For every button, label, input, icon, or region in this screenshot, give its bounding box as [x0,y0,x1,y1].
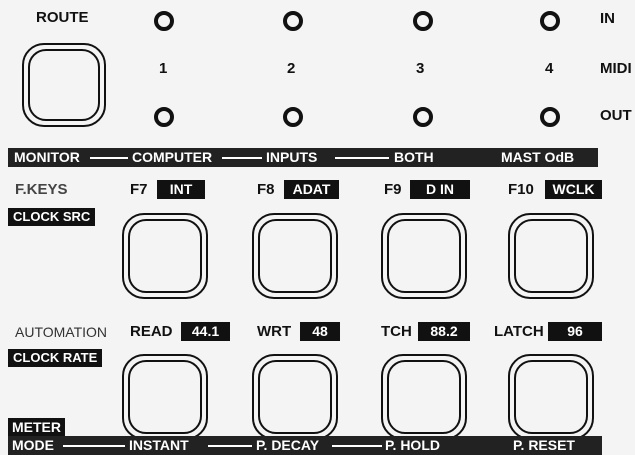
in-led-4 [540,11,560,31]
in-led-2 [283,11,303,31]
tch-button[interactable] [381,354,467,440]
midi-label: MIDI [600,60,632,77]
divider [90,157,128,159]
f10-button[interactable] [508,213,594,299]
latch-label: LATCH [494,323,544,340]
channel-number: 1 [159,60,168,77]
divider [332,445,382,447]
f8-value: ADAT [284,180,339,199]
mast-label: MAST OdB [501,149,575,165]
tch-label: TCH [381,323,412,340]
clock-rate-tag: CLOCK RATE [8,349,103,367]
read-value: 44.1 [181,322,230,341]
f8-button[interactable] [252,213,338,299]
out-led-1 [154,107,174,127]
out-led-2 [283,107,303,127]
channel-number: 2 [287,60,296,77]
f9-button[interactable] [381,213,467,299]
tch-value: 88.2 [418,322,470,341]
channel-number: 4 [545,60,554,77]
read-label: READ [130,323,173,340]
in-led-1 [154,11,174,31]
monitor-inputs-label: INPUTS [266,149,318,165]
monitor-label: MONITOR [14,149,80,165]
meter-bar: MODE INSTANT P. DECAY P. HOLD P. RESET [8,436,602,455]
out-led-3 [413,107,433,127]
automation-label: AUTOMATION [15,324,108,340]
f9-label: F9 [384,181,402,198]
in-led-3 [413,11,433,31]
meter-phold-label: P. HOLD [385,437,440,453]
divider [208,445,252,447]
channel-number: 3 [416,60,425,77]
f7-button[interactable] [122,213,208,299]
f10-label: F10 [508,181,534,198]
wrt-value: 48 [300,322,340,341]
wrt-button[interactable] [252,354,338,440]
monitor-bar: MONITOR COMPUTER INPUTS BOTH MAST OdB [8,148,598,167]
wrt-label: WRT [257,323,292,340]
out-label: OUT [600,107,632,124]
f8-label: F8 [257,181,275,198]
route-label: ROUTE [36,9,89,26]
monitor-computer-label: COMPUTER [132,149,213,165]
meter-tag: METER [8,418,65,436]
monitor-both-label: BOTH [394,149,434,165]
divider [63,445,125,447]
mode-label: MODE [12,437,54,453]
in-label: IN [600,10,615,27]
f9-value: D IN [410,180,470,199]
clock-src-tag: CLOCK SRC [8,208,96,226]
latch-button[interactable] [508,354,594,440]
f7-value: INT [157,180,205,199]
fkeys-label: F.KEYS [15,181,68,198]
route-button[interactable] [22,43,106,127]
meter-instant-label: INSTANT [129,437,189,453]
read-button[interactable] [122,354,208,440]
latch-value: 96 [548,322,602,341]
divider [222,157,262,159]
out-led-4 [540,107,560,127]
f10-value: WCLK [545,180,602,199]
meter-pdecay-label: P. DECAY [256,437,320,453]
f7-label: F7 [130,181,148,198]
meter-preset-label: P. RESET [513,437,575,453]
divider [335,157,389,159]
